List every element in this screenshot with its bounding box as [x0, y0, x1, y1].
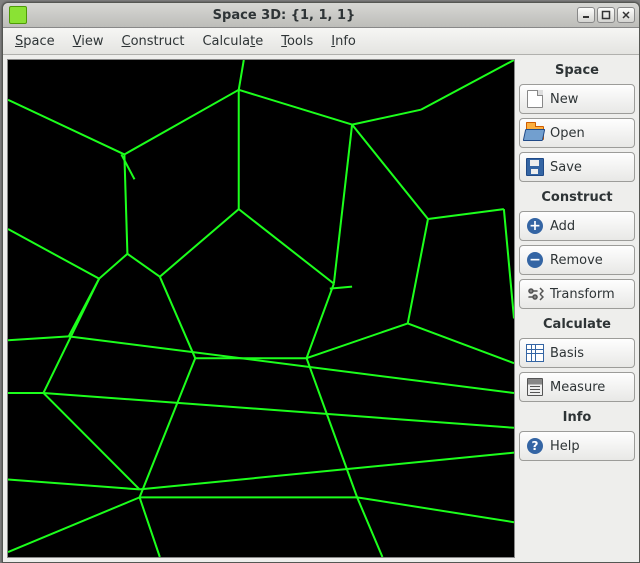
menu-label: Construct: [122, 34, 185, 49]
menu-space[interactable]: Space: [9, 32, 61, 51]
button-label: Add: [550, 219, 575, 234]
group-header-calculate: Calculate: [519, 313, 635, 334]
app-window: Space 3D: {1, 1, 1} Space View Construct…: [2, 2, 640, 563]
3d-viewport[interactable]: [7, 59, 515, 558]
menu-construct[interactable]: Construct: [116, 32, 191, 51]
titlebar[interactable]: Space 3D: {1, 1, 1}: [3, 3, 639, 28]
group-header-construct: Construct: [519, 186, 635, 207]
help-button[interactable]: ? Help: [519, 431, 635, 461]
menu-label: Info: [331, 34, 356, 49]
save-icon: [526, 158, 544, 176]
menubar: Space View Construct Calculate Tools Inf…: [3, 28, 639, 55]
maximize-button[interactable]: [597, 7, 615, 23]
remove-button[interactable]: − Remove: [519, 245, 635, 275]
transform-icon: [526, 285, 544, 303]
new-icon: [526, 90, 544, 108]
maximize-icon: [601, 10, 611, 20]
measure-button[interactable]: Measure: [519, 372, 635, 402]
client-area: Space New Open Save Construct + Add − Re…: [3, 55, 639, 562]
button-label: Help: [550, 439, 580, 454]
save-button[interactable]: Save: [519, 152, 635, 182]
basis-icon: [526, 344, 544, 362]
group-header-space: Space: [519, 59, 635, 80]
button-label: Open: [550, 126, 585, 141]
open-button[interactable]: Open: [519, 118, 635, 148]
window-title: Space 3D: {1, 1, 1}: [0, 8, 577, 23]
menu-calculate[interactable]: Calculate: [196, 32, 269, 51]
side-panel: Space New Open Save Construct + Add − Re…: [519, 59, 635, 558]
close-button[interactable]: [617, 7, 635, 23]
button-label: Transform: [550, 287, 615, 302]
measure-icon: [526, 378, 544, 396]
menu-label: View: [73, 34, 104, 49]
button-label: Save: [550, 160, 582, 175]
open-icon: [526, 124, 544, 142]
minimize-icon: [581, 10, 591, 20]
transform-button[interactable]: Transform: [519, 279, 635, 309]
new-button[interactable]: New: [519, 84, 635, 114]
basis-button[interactable]: Basis: [519, 338, 635, 368]
menu-info[interactable]: Info: [325, 32, 362, 51]
button-label: Measure: [550, 380, 605, 395]
help-icon: ?: [526, 437, 544, 455]
button-label: Basis: [550, 346, 584, 361]
close-icon: [621, 10, 631, 20]
button-label: New: [550, 92, 578, 107]
menu-label: Space: [15, 34, 55, 49]
menu-view[interactable]: View: [67, 32, 110, 51]
add-button[interactable]: + Add: [519, 211, 635, 241]
window-controls: [577, 7, 635, 23]
group-header-info: Info: [519, 406, 635, 427]
add-icon: +: [526, 217, 544, 235]
menu-label: Tools: [281, 34, 313, 49]
menu-label: Calculate: [202, 34, 263, 49]
minimize-button[interactable]: [577, 7, 595, 23]
button-label: Remove: [550, 253, 603, 268]
wireframe-canvas: [8, 60, 514, 557]
menu-tools[interactable]: Tools: [275, 32, 319, 51]
remove-icon: −: [526, 251, 544, 269]
